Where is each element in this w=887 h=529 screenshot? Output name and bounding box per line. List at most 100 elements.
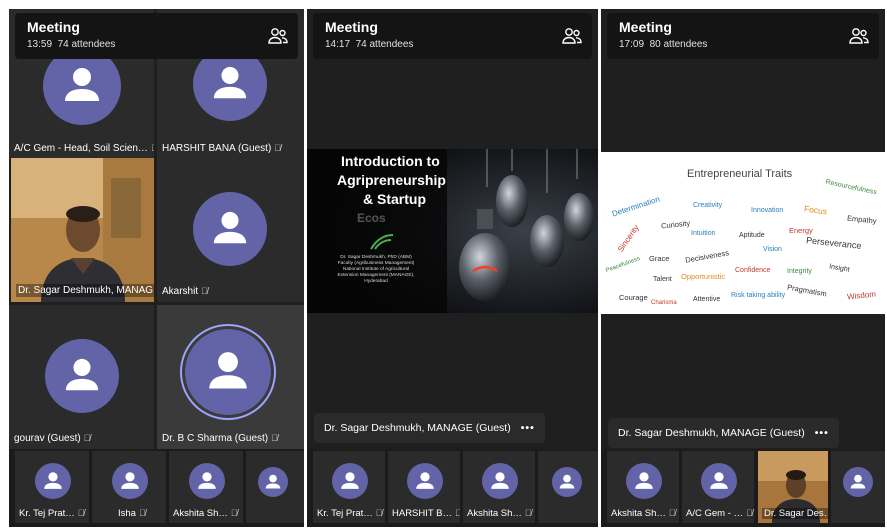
- mic-off-icon: 🎙̸: [201, 286, 208, 296]
- participant-thumb[interactable]: Kr. Tej Prat… 🎙̸: [313, 451, 385, 523]
- word: Charisma: [651, 300, 677, 306]
- mic-off-icon: 🎙̸: [151, 143, 154, 153]
- slide-title: Entrepreneurial Traits: [687, 168, 793, 180]
- person-icon: [341, 472, 359, 489]
- word: Curiosity: [660, 218, 691, 231]
- word: Pragmatism: [786, 282, 828, 299]
- person-icon: [198, 472, 216, 489]
- participant-video-thumb[interactable]: Dr. Sagar Des…: [758, 451, 828, 523]
- attendee-count: 80 attendees: [649, 39, 708, 50]
- meeting-time: 14:17: [325, 39, 351, 50]
- word: Vision: [763, 246, 782, 253]
- participant-name: Akshita Sh… 🎙̸: [173, 508, 238, 519]
- avatar: [407, 463, 443, 499]
- person-icon: [65, 358, 99, 391]
- word: Peacefulness: [605, 256, 641, 274]
- participant-name: Dr. B C Sharma (Guest) 🎙̸: [162, 433, 278, 444]
- person-icon: [213, 211, 247, 244]
- people-icon[interactable]: [268, 27, 288, 45]
- meeting-title: Meeting: [325, 19, 378, 35]
- participant-thumb[interactable]: [831, 451, 885, 523]
- participant-name: HARSHIT B… 🎙̸: [392, 508, 460, 519]
- slide-presenter-info: Dr. Sagar Deshmukh, PhD (ABM) Faculty (A…: [337, 255, 415, 284]
- participant-thumb[interactable]: [246, 451, 304, 523]
- participant-name: Akshita Sh… 🎙̸: [467, 508, 532, 519]
- avatar: [552, 467, 582, 497]
- slide-title: Introduction to: [341, 153, 440, 169]
- participant-name: Akarshit 🎙̸: [162, 286, 208, 297]
- participant-thumb[interactable]: A/C Gem - … 🎙̸: [682, 451, 754, 523]
- more-icon[interactable]: •••: [521, 422, 535, 434]
- attendee-count: 74 attendees: [355, 39, 414, 50]
- participant-tile-speaking[interactable]: Dr. B C Sharma (Guest) 🎙̸: [157, 305, 304, 449]
- participant-thumb[interactable]: Isha 🎙̸: [92, 451, 166, 523]
- avatar: [112, 463, 148, 499]
- presenter-label[interactable]: Dr. Sagar Deshmukh, MANAGE (Guest) •••: [608, 418, 839, 448]
- person-icon: [416, 472, 434, 489]
- presenter-label[interactable]: Dr. Sagar Deshmukh, MANAGE (Guest) •••: [314, 413, 545, 443]
- word: Innovation: [751, 207, 784, 214]
- mic-off-icon: 🎙̸: [83, 433, 91, 443]
- word: Courage: [619, 293, 648, 302]
- mic-off-icon: 🎙̸: [375, 508, 383, 518]
- avatar: [258, 467, 288, 497]
- meeting-header: Meeting 17:09 80 attendees: [607, 13, 879, 59]
- word: Grace: [649, 254, 670, 263]
- participant-thumb[interactable]: [538, 451, 598, 523]
- meeting-subtitle: 17:09 80 attendees: [619, 39, 707, 50]
- participant-name: Dr. Sagar Deshmukh, MANAG…: [16, 284, 154, 297]
- participant-strip: Kr. Tej Prat… 🎙̸ Isha 🎙̸ Akshita Sh… 🎙̸: [9, 449, 304, 527]
- slide-title: Agripreneurship: [337, 172, 446, 188]
- mic-off-icon: 🎙̸: [271, 433, 278, 443]
- person-icon: [491, 472, 509, 489]
- participant-video-tile[interactable]: Dr. Sagar Deshmukh, MANAG…: [11, 158, 154, 302]
- meeting-screen-3: Meeting 17:09 80 attendees Entrepreneuri…: [601, 9, 885, 527]
- word: Wisdom: [846, 289, 877, 302]
- participant-tile[interactable]: Akarshit 🎙̸: [157, 158, 304, 302]
- person-icon: [265, 474, 281, 489]
- avatar: [35, 463, 71, 499]
- avatar: [185, 329, 271, 415]
- avatar: [626, 463, 662, 499]
- participant-name: Dr. Sagar Des…: [762, 508, 828, 519]
- mic-off-icon: 🎙̸: [138, 508, 146, 518]
- word: Creativity: [693, 202, 723, 209]
- word: Focus: [803, 203, 828, 217]
- manage-logo-icon: [370, 234, 394, 250]
- more-icon[interactable]: •••: [815, 427, 829, 439]
- mic-off-icon: 🎙̸: [455, 508, 460, 518]
- mic-off-icon: 🎙̸: [746, 508, 753, 518]
- avatar: [189, 463, 225, 499]
- meeting-screen-2: Meeting 14:17 74 attendees Introduction …: [307, 9, 598, 527]
- mic-off-icon: 🎙̸: [274, 143, 282, 153]
- shared-slide: Introduction to Agripreneurship & Startu…: [307, 149, 598, 313]
- participant-thumb[interactable]: Akshita Sh… 🎙̸: [607, 451, 679, 523]
- participant-name: gourav (Guest) 🎙̸: [14, 433, 91, 444]
- people-icon[interactable]: [849, 27, 869, 45]
- avatar: [332, 463, 368, 499]
- participant-name: A/C Gem - Head, Soil Scien…🎙̸: [14, 143, 154, 154]
- meeting-title: Meeting: [619, 19, 672, 35]
- people-icon[interactable]: [562, 27, 582, 45]
- word: Decisiveness: [684, 248, 730, 265]
- mic-off-icon: 🎙̸: [524, 508, 532, 518]
- person-icon: [850, 474, 866, 489]
- participant-name: Isha 🎙̸: [118, 508, 146, 519]
- participant-name: HARSHIT BANA (Guest) 🎙̸: [162, 143, 282, 154]
- word: Integrity: [787, 268, 812, 275]
- word: Aptitude: [739, 232, 765, 239]
- participant-thumb[interactable]: HARSHIT B… 🎙̸: [388, 451, 460, 523]
- meeting-header: Meeting 13:59 74 attendees: [15, 13, 298, 59]
- avatar: [843, 467, 873, 497]
- person-icon: [209, 352, 247, 389]
- word: Insight: [828, 263, 851, 274]
- slide-title: Ecos: [357, 211, 386, 225]
- meeting-title: Meeting: [27, 19, 80, 35]
- participant-thumb[interactable]: Akshita Sh… 🎙̸: [169, 451, 243, 523]
- participant-thumb[interactable]: Kr. Tej Prat… 🎙̸: [15, 451, 89, 523]
- participant-strip: Kr. Tej Prat… 🎙̸ HARSHIT B… 🎙̸ Akshita Sh……: [307, 449, 598, 527]
- word: Attentive: [693, 296, 721, 303]
- avatar: [193, 192, 267, 266]
- participant-thumb[interactable]: Akshita Sh… 🎙̸: [463, 451, 535, 523]
- participant-tile[interactable]: gourav (Guest) 🎙̸: [9, 305, 154, 449]
